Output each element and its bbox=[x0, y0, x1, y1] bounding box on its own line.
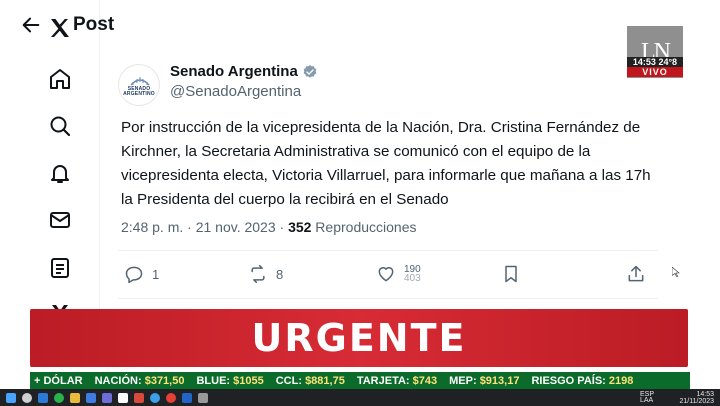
list-icon[interactable] bbox=[47, 255, 73, 281]
ticker-item: + DÓLAR bbox=[34, 374, 83, 387]
repost-count: 8 bbox=[276, 266, 284, 282]
page-title: Post bbox=[73, 14, 115, 35]
windows-start-icon[interactable] bbox=[6, 392, 16, 403]
back-arrow-icon[interactable] bbox=[20, 14, 42, 36]
post-actions: 1 8 190 403 bbox=[118, 262, 658, 288]
like-button[interactable]: 190 403 bbox=[376, 262, 421, 286]
bookmark-icon bbox=[505, 265, 517, 283]
bookmark-button[interactable] bbox=[501, 262, 521, 286]
ticker-item: MEP: $913,17 bbox=[449, 374, 520, 387]
reply-button[interactable]: 1 bbox=[124, 262, 159, 286]
language-indicator[interactable]: ESP LAA bbox=[640, 391, 654, 404]
chrome-icon[interactable] bbox=[166, 392, 176, 403]
reply-count: 1 bbox=[152, 266, 160, 282]
ticker-item: NACIÓN: $371,50 bbox=[94, 374, 185, 387]
search-icon[interactable] bbox=[22, 392, 32, 403]
like-count: 190 403 bbox=[404, 264, 421, 284]
heart-icon bbox=[378, 267, 394, 282]
live-badge: VIVO bbox=[627, 67, 683, 77]
app-icon[interactable] bbox=[134, 392, 144, 403]
reply-icon bbox=[125, 266, 143, 284]
share-button[interactable] bbox=[626, 262, 646, 286]
folder-icon[interactable] bbox=[70, 392, 80, 403]
ticker-item: TARJETA: $743 bbox=[356, 374, 438, 387]
x-logo-icon[interactable] bbox=[47, 15, 73, 41]
app-icon[interactable] bbox=[86, 392, 96, 403]
app-icon[interactable] bbox=[102, 392, 112, 403]
channel-clock: 14:53 24°8 bbox=[627, 57, 683, 67]
app-icon[interactable] bbox=[182, 392, 192, 403]
app-icon[interactable] bbox=[118, 392, 128, 403]
app-icon[interactable] bbox=[38, 392, 48, 403]
repost-button[interactable]: 8 bbox=[248, 262, 283, 286]
share-icon bbox=[628, 265, 644, 282]
finance-ticker: + DÓLAR NACIÓN: $371,50 BLUE: $1055 CCL:… bbox=[30, 372, 690, 389]
urgent-banner: URGENTE bbox=[30, 309, 688, 367]
post-meta: 2:48 p. m. · 21 nov. 2023 · 352 Reproduc… bbox=[121, 219, 416, 235]
post-body: Por instrucción de la vicepresidenta de … bbox=[121, 119, 651, 208]
system-clock[interactable]: 14:53 21/11/2023 bbox=[679, 391, 714, 405]
author-handle[interactable]: @SenadoArgentina bbox=[170, 83, 301, 100]
mail-icon[interactable] bbox=[47, 207, 73, 233]
urgent-text: URGENTE bbox=[251, 316, 467, 360]
app-icon[interactable] bbox=[198, 392, 208, 403]
search-icon[interactable] bbox=[47, 113, 73, 139]
repost-icon bbox=[251, 264, 265, 284]
os-taskbar: ESP LAA 14:53 21/11/2023 bbox=[0, 389, 720, 406]
bell-icon[interactable] bbox=[47, 160, 73, 186]
whatsapp-icon[interactable] bbox=[54, 392, 64, 403]
ticker-item: CCL: $881,75 bbox=[275, 374, 345, 387]
post-timestamp[interactable]: 2:48 p. m. · 21 nov. 2023 · bbox=[121, 219, 288, 235]
views-count: 352 bbox=[288, 219, 312, 235]
views-label: Reproducciones bbox=[311, 219, 417, 235]
browser-icon[interactable] bbox=[150, 392, 160, 403]
ticker-item: RIESGO PAÍS: 2198 bbox=[531, 374, 634, 387]
avatar[interactable]: SENADO ARGENTINO bbox=[118, 64, 160, 106]
author-name[interactable]: Senado Argentina bbox=[170, 63, 318, 80]
ticker-item: BLUE: $1055 bbox=[196, 374, 264, 387]
cursor-icon bbox=[671, 264, 680, 278]
nav-rail bbox=[0, 0, 100, 321]
divider bbox=[118, 250, 658, 251]
verified-badge-icon bbox=[303, 64, 317, 78]
divider bbox=[118, 298, 658, 299]
home-icon[interactable] bbox=[47, 66, 73, 92]
